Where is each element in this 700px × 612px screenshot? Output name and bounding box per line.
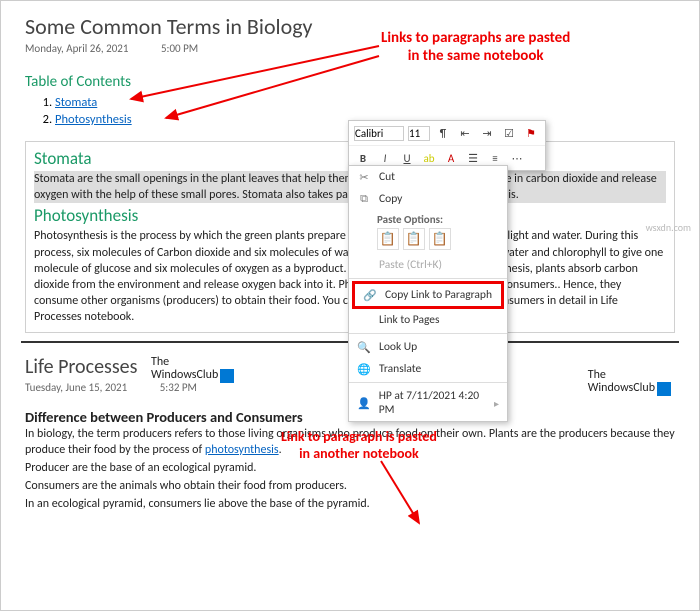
menu-look-up[interactable]: 🔍Look Up bbox=[349, 336, 507, 358]
menu-paste-hint: Paste (Ctrl+K) bbox=[349, 254, 507, 276]
context-menu: ✂Cut ⧉Copy Paste Options: 📋 📋 📋 Paste (C… bbox=[348, 165, 508, 422]
mini-toolbar: ¶ ⇤ ⇥ ☑ ⚑ B I U ab A ☰ ≡ ⋯ bbox=[348, 120, 546, 171]
paste-merge-formatting[interactable]: 📋 bbox=[403, 228, 425, 250]
todo-tag-icon[interactable]: ☑ bbox=[500, 124, 518, 142]
date2-text: Tuesday, June 15, 2021 bbox=[25, 381, 127, 394]
windowsclub-logo-2: The WindowsClub bbox=[588, 369, 671, 396]
menu-paste-options: 📋 📋 📋 bbox=[349, 226, 507, 254]
paste-text-only[interactable]: 📋 bbox=[429, 228, 451, 250]
time2-text: 5:32 PM bbox=[160, 381, 197, 394]
toc-link-photosynthesis[interactable]: Photosynthesis bbox=[55, 112, 132, 127]
menu-link-to-pages[interactable]: Link to Pages bbox=[349, 309, 507, 331]
annotation-other-notebook: Link to paragraph is pasted in another n… bbox=[281, 429, 437, 463]
logo-square-icon bbox=[657, 382, 671, 396]
more-icon[interactable]: ⋯ bbox=[508, 149, 526, 167]
indent-icon[interactable]: ⇥ bbox=[478, 124, 496, 142]
styles-icon[interactable]: ¶ bbox=[434, 124, 452, 142]
flag-icon[interactable]: ⚑ bbox=[522, 124, 540, 142]
paragraph-consumers: Consumers are the animals who obtain the… bbox=[25, 478, 675, 494]
annotation-same-notebook: Links to paragraphs are pasted in the sa… bbox=[381, 29, 570, 65]
person-icon: 👤 bbox=[357, 397, 371, 410]
menu-copy-link-to-paragraph[interactable]: 🔗Copy Link to Paragraph bbox=[352, 281, 504, 309]
time-text: 5:00 PM bbox=[161, 42, 198, 55]
font-size-select[interactable] bbox=[408, 126, 430, 141]
page-title: Some Common Terms in Biology bbox=[25, 13, 675, 40]
font-select[interactable] bbox=[354, 126, 404, 141]
date-text: Monday, April 26, 2021 bbox=[25, 42, 128, 55]
outdent-icon[interactable]: ⇤ bbox=[456, 124, 474, 142]
page-date: Monday, April 26, 2021 5:00 PM bbox=[25, 42, 675, 55]
toc-heading: Table of Contents bbox=[25, 73, 675, 91]
link-photosynthesis[interactable]: photosynthesis bbox=[205, 443, 279, 457]
link-icon: 🔗 bbox=[363, 289, 377, 302]
menu-paste-options-label: Paste Options: bbox=[349, 210, 507, 226]
search-icon: 🔍 bbox=[357, 341, 371, 354]
translate-icon: 🌐 bbox=[357, 363, 371, 376]
paste-keep-formatting[interactable]: 📋 bbox=[377, 228, 399, 250]
menu-translate[interactable]: 🌐Translate bbox=[349, 358, 507, 380]
copy-icon: ⧉ bbox=[357, 192, 371, 206]
menu-author-timestamp[interactable]: 👤HP at 7/11/2021 4:20 PM▸ bbox=[349, 385, 507, 421]
cut-icon: ✂ bbox=[357, 171, 371, 184]
toc-link-stomata[interactable]: Stomata bbox=[55, 95, 97, 110]
menu-copy[interactable]: ⧉Copy bbox=[349, 188, 507, 210]
paragraph-pyramid: In an ecological pyramid, consumers lie … bbox=[25, 496, 675, 512]
watermark: wsxdn.com bbox=[646, 221, 691, 234]
menu-cut[interactable]: ✂Cut bbox=[349, 166, 507, 188]
